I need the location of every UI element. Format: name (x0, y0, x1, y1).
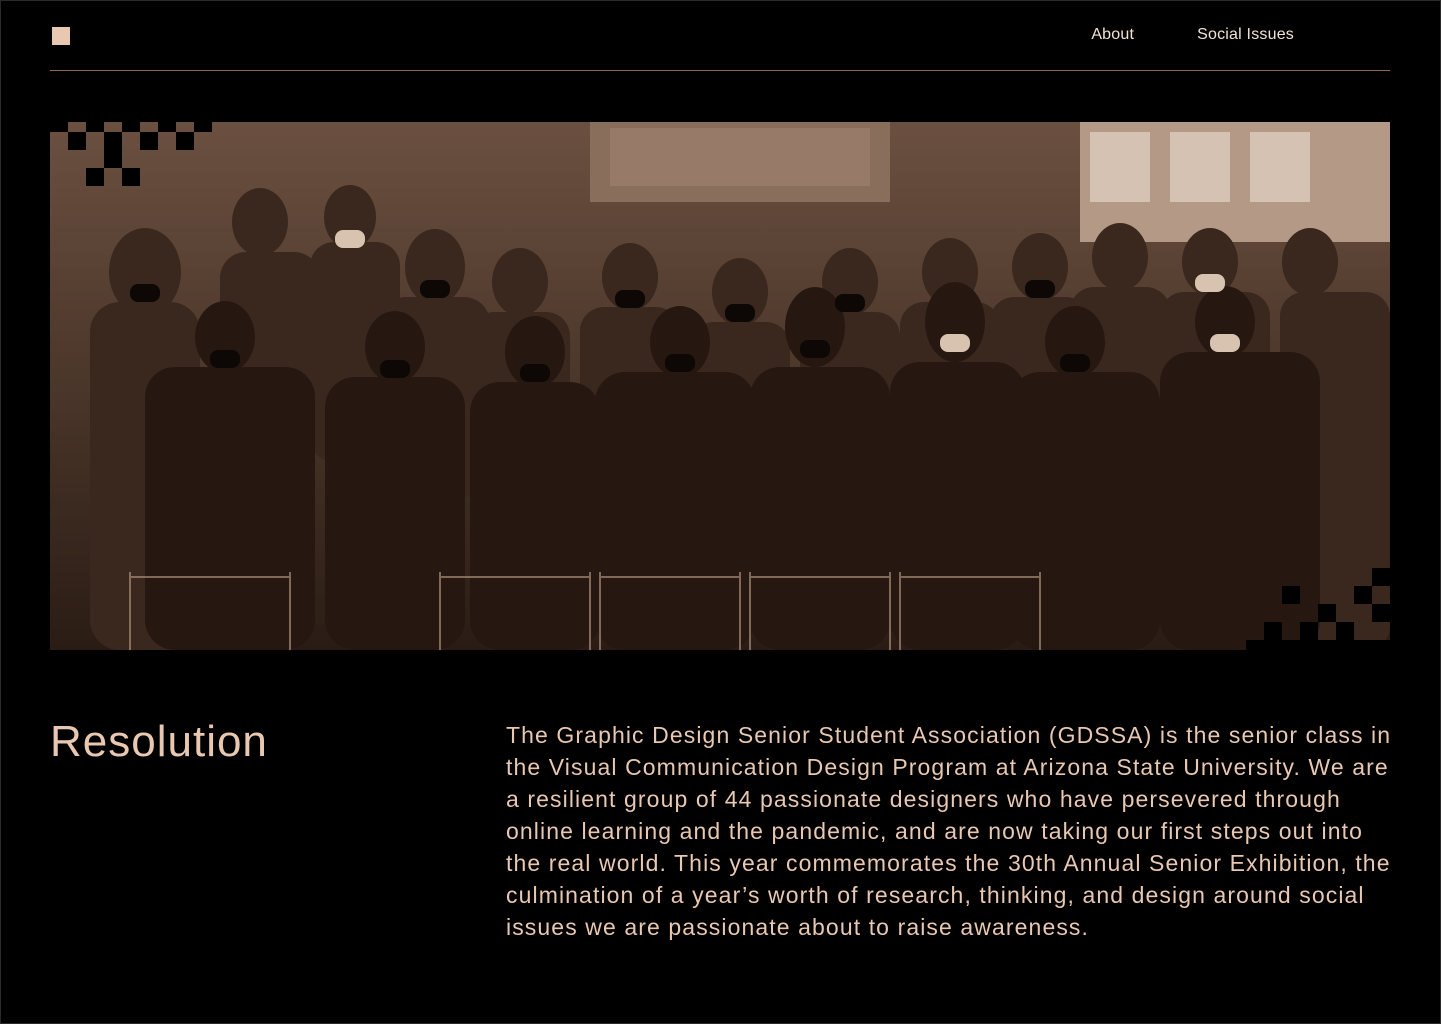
header-divider (50, 70, 1390, 71)
square-logo-icon[interactable] (52, 27, 70, 45)
top-nav: About Social Issues (1091, 24, 1294, 46)
about-paragraph: The Graphic Design Senior Student Associ… (506, 722, 1392, 940)
section-heading: Resolution (50, 717, 268, 766)
class-group-photo (50, 122, 1390, 650)
nav-about-link[interactable]: About (1091, 24, 1134, 46)
nav-social-issues-link[interactable]: Social Issues (1197, 24, 1294, 46)
group-photo-illustration (50, 122, 1390, 650)
